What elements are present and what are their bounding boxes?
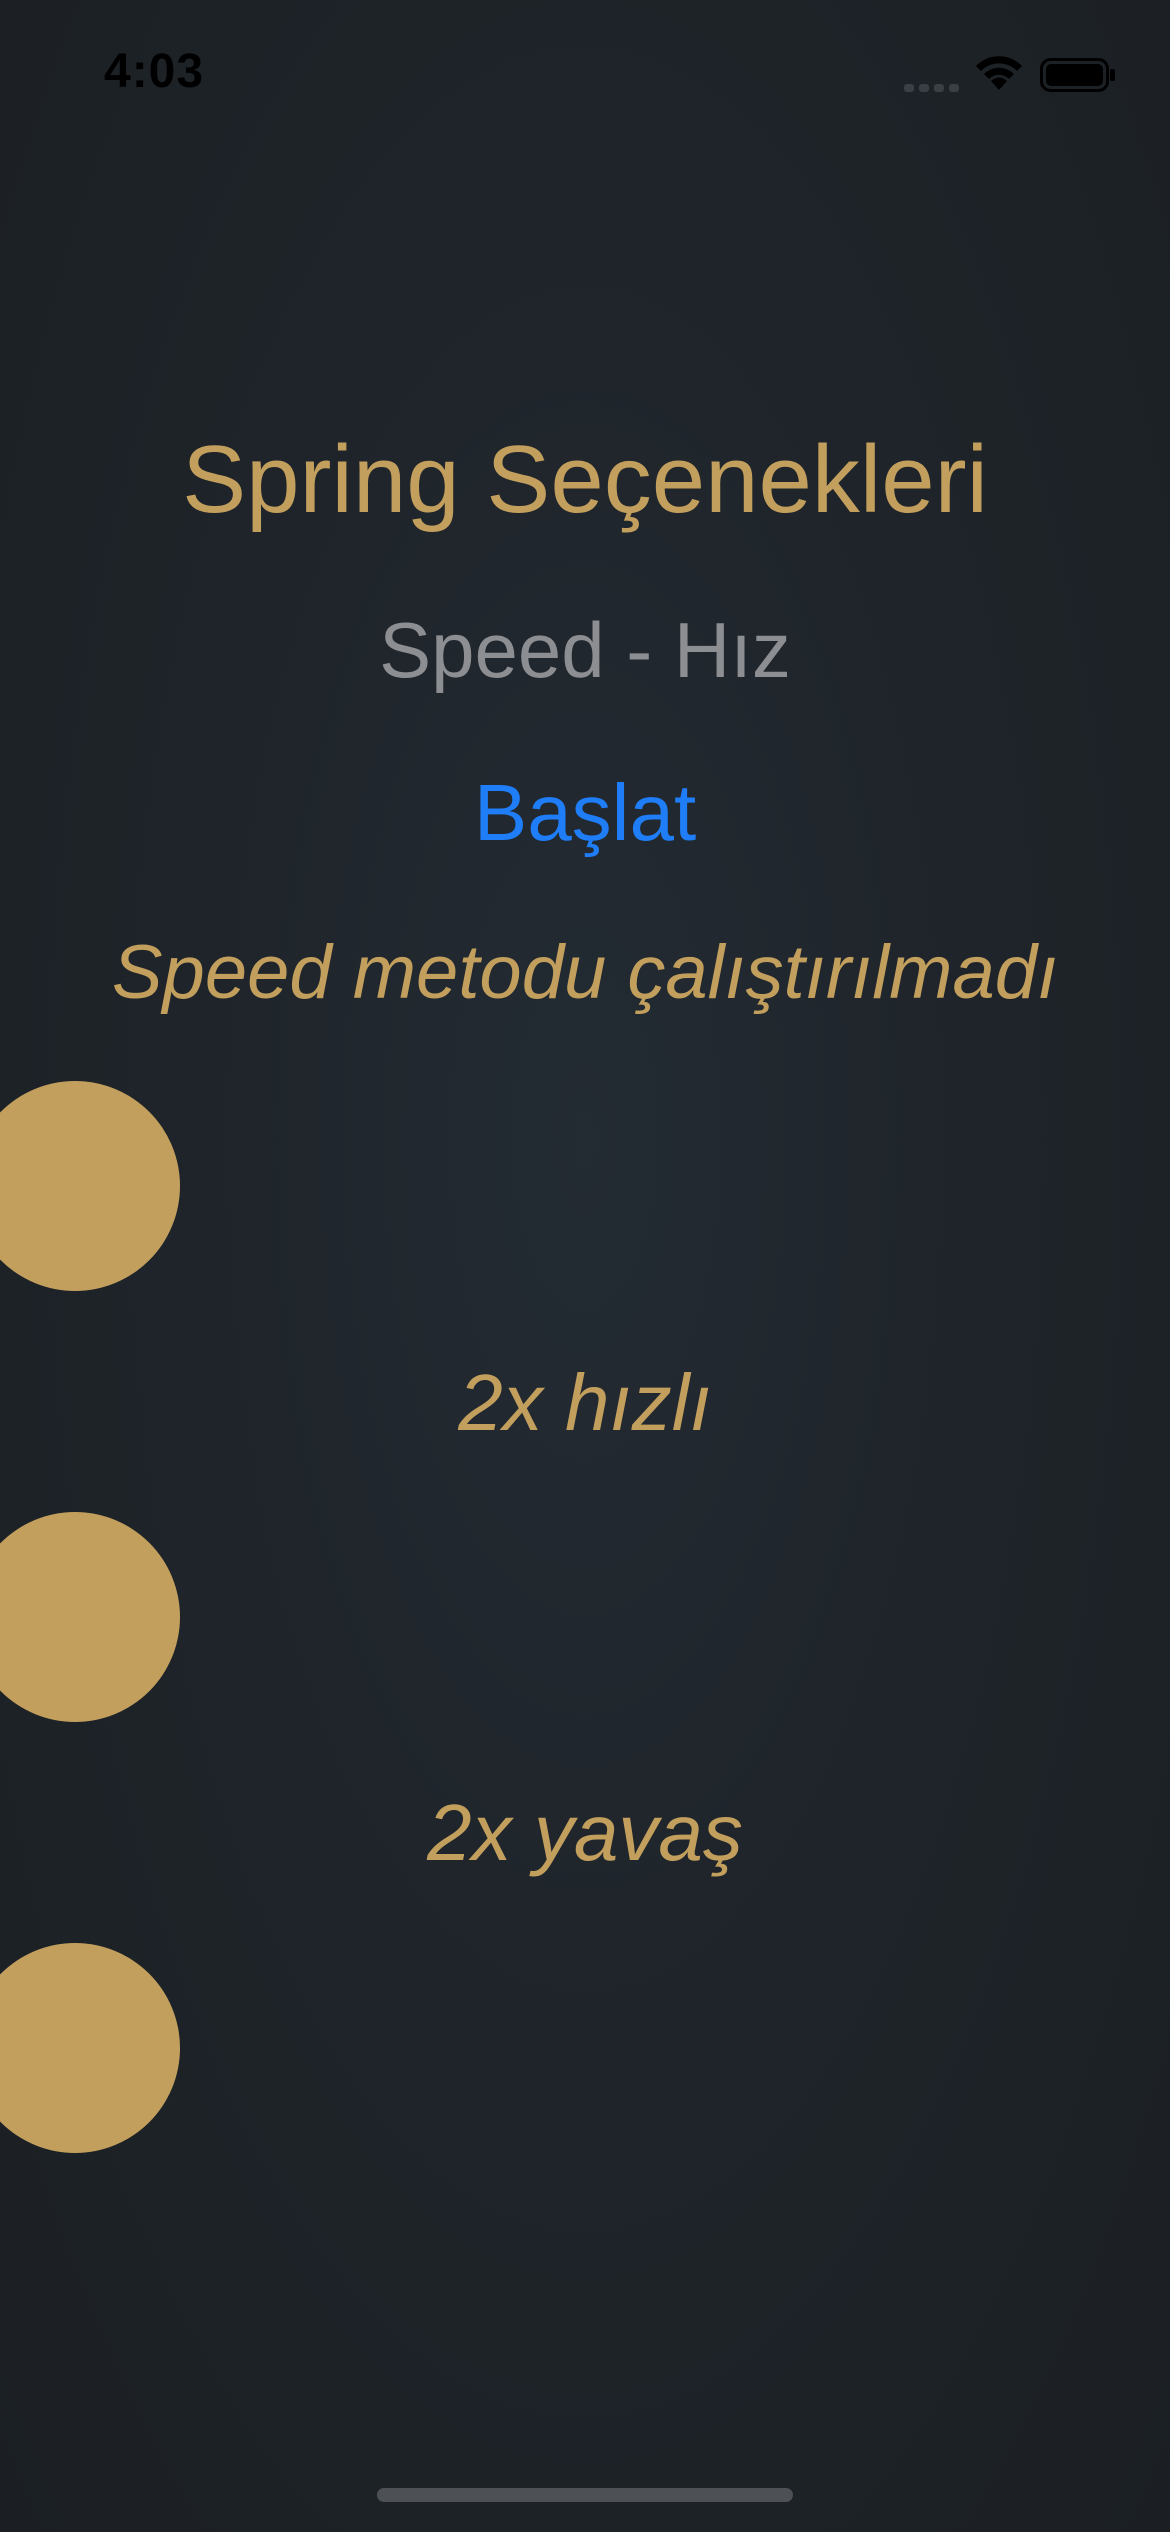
- animated-ball-normal: [0, 1081, 180, 1291]
- status-bar: 4:03: [0, 0, 1170, 150]
- animated-ball-slow: [0, 1943, 180, 2153]
- cellular-signal-icon: [904, 76, 960, 92]
- status-time: 4:03: [104, 45, 205, 98]
- animated-ball-fast: [0, 1512, 180, 1722]
- battery-icon: [1040, 58, 1115, 92]
- start-button[interactable]: Başlat: [435, 758, 735, 868]
- page-title: Spring Seçenekleri: [182, 426, 988, 533]
- fast-label: 2x hızlı: [458, 1358, 712, 1447]
- wifi-icon: [976, 56, 1022, 90]
- app-screen: 4:03 Spring Seçenekleri Speed - Hız Başl…: [0, 0, 1170, 2532]
- home-indicator[interactable]: [377, 2488, 793, 2502]
- page-subtitle: Speed - Hız: [379, 606, 791, 694]
- status-message: Speed metodu çalıştırılmadı: [111, 930, 1059, 1015]
- slow-label: 2x yavaş: [427, 1788, 743, 1877]
